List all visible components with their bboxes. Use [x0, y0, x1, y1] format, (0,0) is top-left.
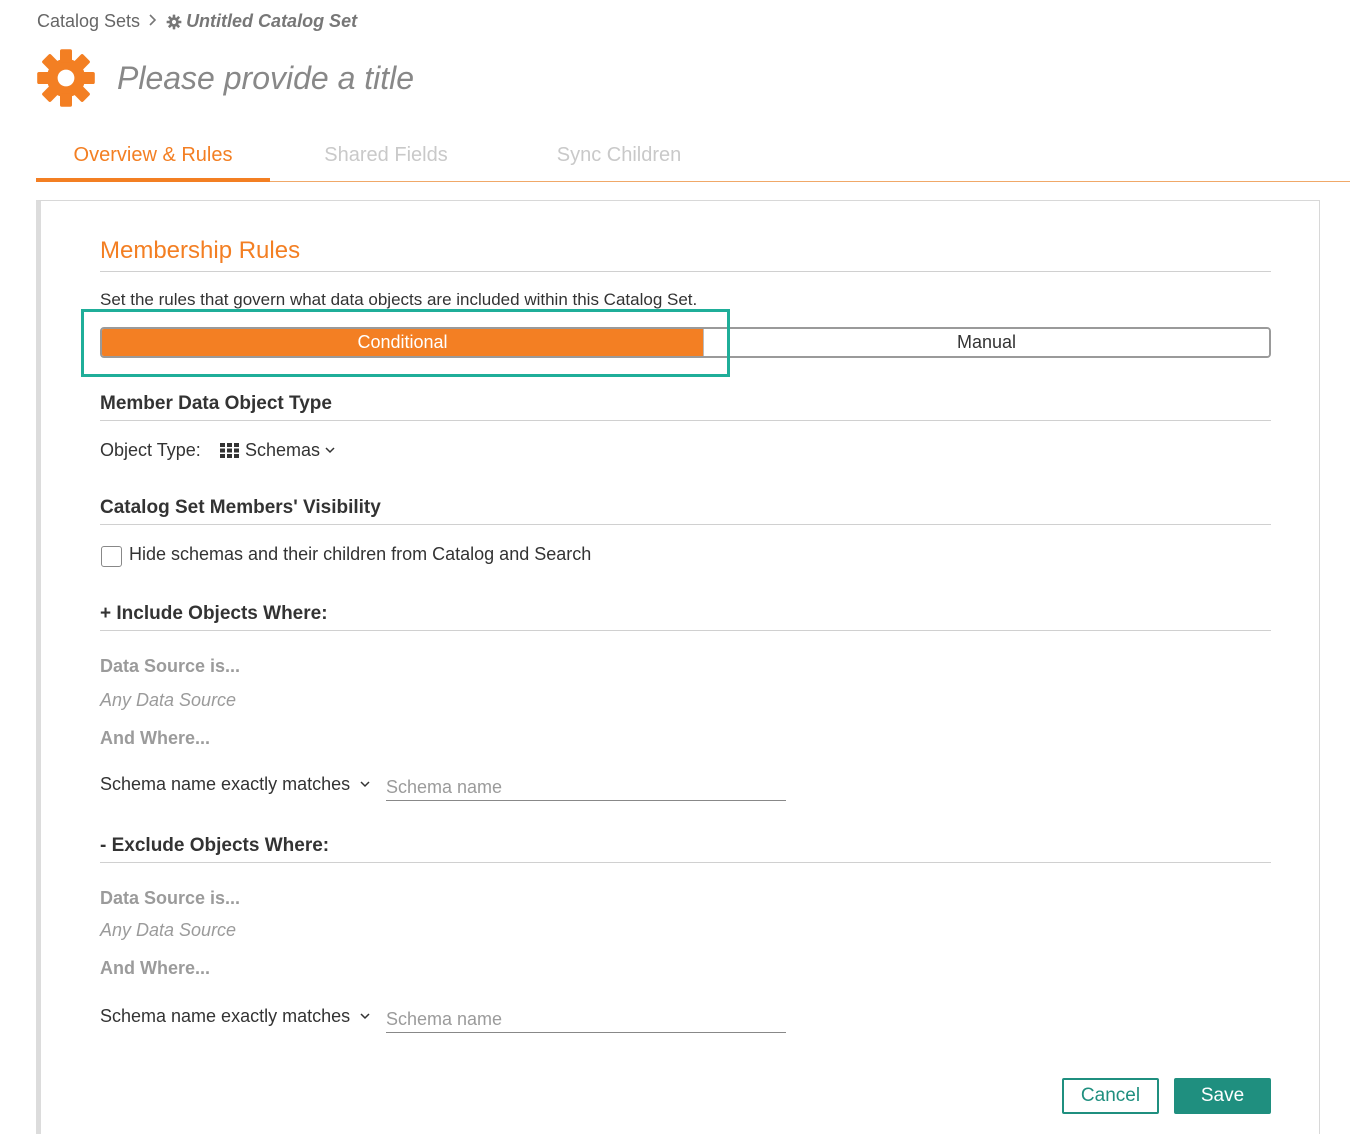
- divider: [100, 271, 1271, 272]
- breadcrumb-current: Untitled Catalog Set: [186, 11, 358, 31]
- chevron-down-icon: [360, 781, 370, 788]
- breadcrumb: Catalog Sets Untitled Catalog Set: [37, 11, 357, 32]
- chevron-down-icon: [325, 447, 335, 454]
- object-type-label: Object Type:: [100, 440, 201, 460]
- divider: [100, 524, 1271, 525]
- exclude-and-where-label: And Where...: [100, 958, 211, 978]
- include-data-source-value[interactable]: Any Data Source: [100, 690, 236, 711]
- breadcrumb-catalog-sets-link[interactable]: Catalog Sets: [37, 11, 140, 32]
- divider: [100, 630, 1271, 631]
- highlight-box: [81, 309, 730, 377]
- exclude-section-title[interactable]: - Exclude Objects Where:: [100, 835, 329, 857]
- exclude-condition-dropdown[interactable]: Schema name exactly matches: [100, 1006, 370, 1027]
- include-section-title[interactable]: + Include Objects Where:: [100, 603, 328, 625]
- object-type-value: Schemas: [245, 440, 321, 460]
- include-data-source-label: Data Source is...: [100, 656, 241, 676]
- include-condition-value: Schema name exactly matches: [100, 774, 351, 794]
- visibility-section-title: Catalog Set Members' Visibility: [100, 497, 381, 518]
- hide-schemas-label: Hide schemas and their children from Cat…: [129, 544, 592, 564]
- save-button[interactable]: Save: [1174, 1078, 1271, 1114]
- gear-icon: [37, 49, 95, 107]
- object-type-section-title: Member Data Object Type: [100, 393, 332, 414]
- manual-toggle-option[interactable]: Manual: [703, 329, 1269, 356]
- divider: [100, 862, 1271, 863]
- include-condition-dropdown[interactable]: Schema name exactly matches: [100, 774, 370, 795]
- exclude-data-source-label: Data Source is...: [100, 888, 241, 908]
- chevron-right-icon: [149, 13, 157, 31]
- grid-icon: [220, 443, 239, 458]
- object-type-dropdown[interactable]: Schemas: [220, 440, 335, 461]
- include-and-where-label: And Where...: [100, 728, 211, 748]
- chevron-down-icon: [360, 1013, 370, 1020]
- gear-icon: [166, 14, 182, 29]
- membership-rules-title: Membership Rules: [100, 237, 301, 264]
- tab-bar: Overview & Rules Shared Fields Sync Chil…: [36, 138, 1350, 182]
- membership-description: Set the rules that govern what data obje…: [100, 290, 698, 309]
- exclude-data-source-value[interactable]: Any Data Source: [100, 920, 236, 941]
- tab-overview-rules[interactable]: Overview & Rules: [36, 138, 270, 182]
- cancel-button[interactable]: Cancel: [1062, 1078, 1159, 1114]
- tab-sync-children[interactable]: Sync Children: [502, 138, 736, 182]
- exclude-schema-name-input[interactable]: [386, 1003, 786, 1033]
- divider: [100, 420, 1271, 421]
- page-header: Please provide a title: [36, 48, 414, 108]
- include-schema-name-input[interactable]: [386, 771, 786, 801]
- tab-shared-fields[interactable]: Shared Fields: [270, 138, 502, 182]
- exclude-condition-value: Schema name exactly matches: [100, 1006, 351, 1026]
- hide-schemas-checkbox[interactable]: [101, 546, 122, 567]
- page-title-input[interactable]: Please provide a title: [117, 60, 414, 97]
- rules-panel: Membership Rules Set the rules that gove…: [36, 200, 1320, 1134]
